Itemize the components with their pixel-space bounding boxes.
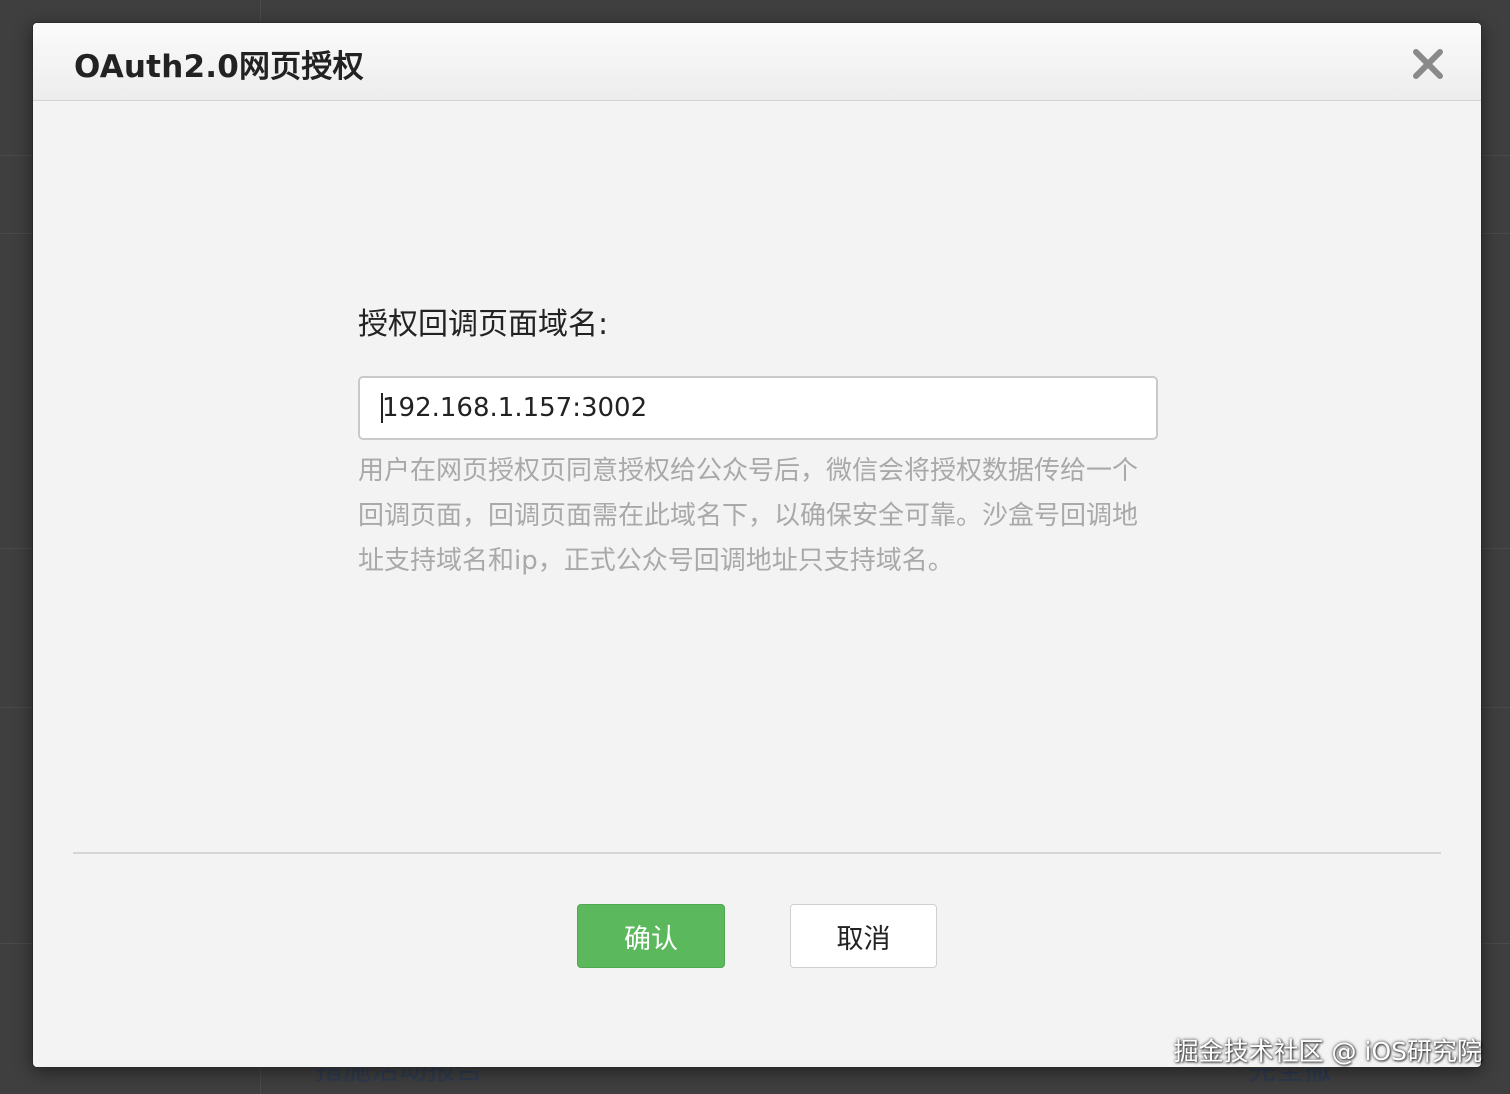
watermark: 掘金技术社区 @ iOS研究院 [1173, 1037, 1482, 1066]
dialog-title: OAuth2.0网页授权 [74, 49, 364, 85]
confirm-button[interactable]: 确认 [577, 904, 725, 968]
domain-help-text: 用户在网页授权页同意授权给公众号后，微信会将授权数据传给一个回调页面，回调页面需… [358, 456, 1139, 576]
domain-input[interactable] [358, 376, 1158, 440]
domain-field-label: 授权回调页面域名: [358, 307, 609, 342]
dialog-header: OAuth2.0网页授权 [33, 23, 1481, 101]
cancel-button[interactable]: 取消 [790, 904, 937, 968]
footer-divider [73, 852, 1441, 854]
close-icon [1413, 49, 1443, 79]
text-caret [381, 393, 383, 423]
close-button[interactable] [1411, 47, 1445, 81]
oauth-dialog: OAuth2.0网页授权 授权回调页面域名: 用户在网页授权页同意授权给公众号后… [32, 22, 1482, 1068]
